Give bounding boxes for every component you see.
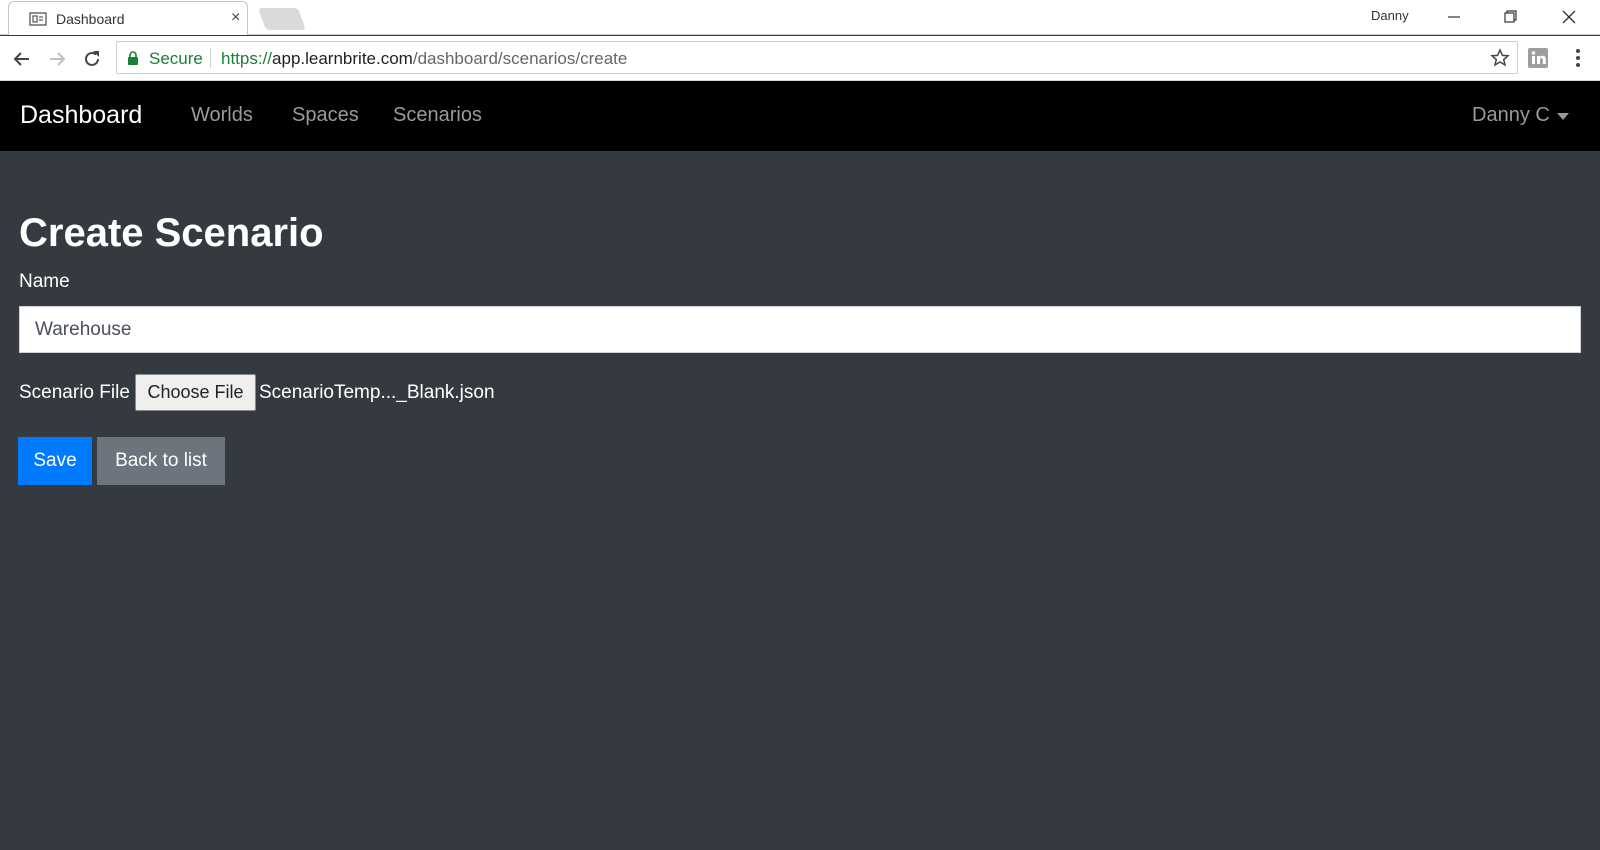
choose-file-button[interactable]: Choose File bbox=[135, 374, 256, 411]
omnibox-divider bbox=[210, 48, 211, 68]
browser-toolbar: Secure https://app.learnbrite.com/dashbo… bbox=[0, 36, 1600, 81]
address-bar[interactable]: Secure https://app.learnbrite.com/dashbo… bbox=[116, 41, 1518, 74]
scenario-file-label: Scenario File bbox=[19, 382, 130, 403]
close-window-icon[interactable] bbox=[1557, 6, 1581, 28]
url-host: app.learnbrite.com bbox=[272, 49, 413, 68]
navbar-brand[interactable]: Dashboard bbox=[20, 101, 142, 130]
star-icon[interactable] bbox=[1490, 48, 1510, 68]
app-navbar: Dashboard Worlds Spaces Scenarios Danny … bbox=[0, 81, 1600, 151]
page-title: Create Scenario bbox=[19, 211, 324, 255]
tab-title: Dashboard bbox=[56, 11, 125, 27]
back-to-list-button[interactable]: Back to list bbox=[97, 437, 225, 485]
forward-arrow-icon[interactable] bbox=[45, 47, 69, 71]
save-button[interactable]: Save bbox=[18, 437, 92, 485]
page-icon bbox=[29, 12, 47, 26]
nav-link-worlds[interactable]: Worlds bbox=[191, 104, 253, 127]
close-icon[interactable]: × bbox=[231, 9, 240, 26]
user-menu[interactable]: Danny C bbox=[1472, 104, 1550, 127]
url-scheme: https:// bbox=[221, 49, 273, 68]
new-tab-button[interactable] bbox=[257, 8, 307, 30]
caret-down-icon[interactable] bbox=[1557, 113, 1569, 120]
restore-icon[interactable] bbox=[1498, 6, 1522, 28]
browser-tab[interactable]: Dashboard × bbox=[8, 1, 248, 35]
name-input[interactable] bbox=[19, 306, 1581, 353]
url-text[interactable]: https://app.learnbrite.com/dashboard/sce… bbox=[221, 49, 627, 69]
reload-icon[interactable] bbox=[80, 47, 104, 71]
kebab-menu-icon[interactable] bbox=[1572, 47, 1584, 69]
browser-titlebar: Dashboard × Danny bbox=[0, 0, 1600, 35]
nav-link-spaces[interactable]: Spaces bbox=[292, 104, 359, 127]
nav-link-scenarios[interactable]: Scenarios bbox=[393, 104, 482, 127]
linkedin-icon[interactable] bbox=[1527, 47, 1549, 69]
secure-label: Secure bbox=[149, 49, 203, 68]
minimize-icon[interactable] bbox=[1442, 6, 1466, 28]
selected-file-name: ScenarioTemp..._Blank.json bbox=[259, 382, 495, 403]
lock-icon bbox=[128, 51, 138, 65]
profile-name[interactable]: Danny bbox=[1371, 8, 1409, 23]
url-path: /dashboard/scenarios/create bbox=[412, 49, 628, 68]
back-arrow-icon[interactable] bbox=[10, 47, 34, 71]
name-label: Name bbox=[19, 271, 70, 292]
